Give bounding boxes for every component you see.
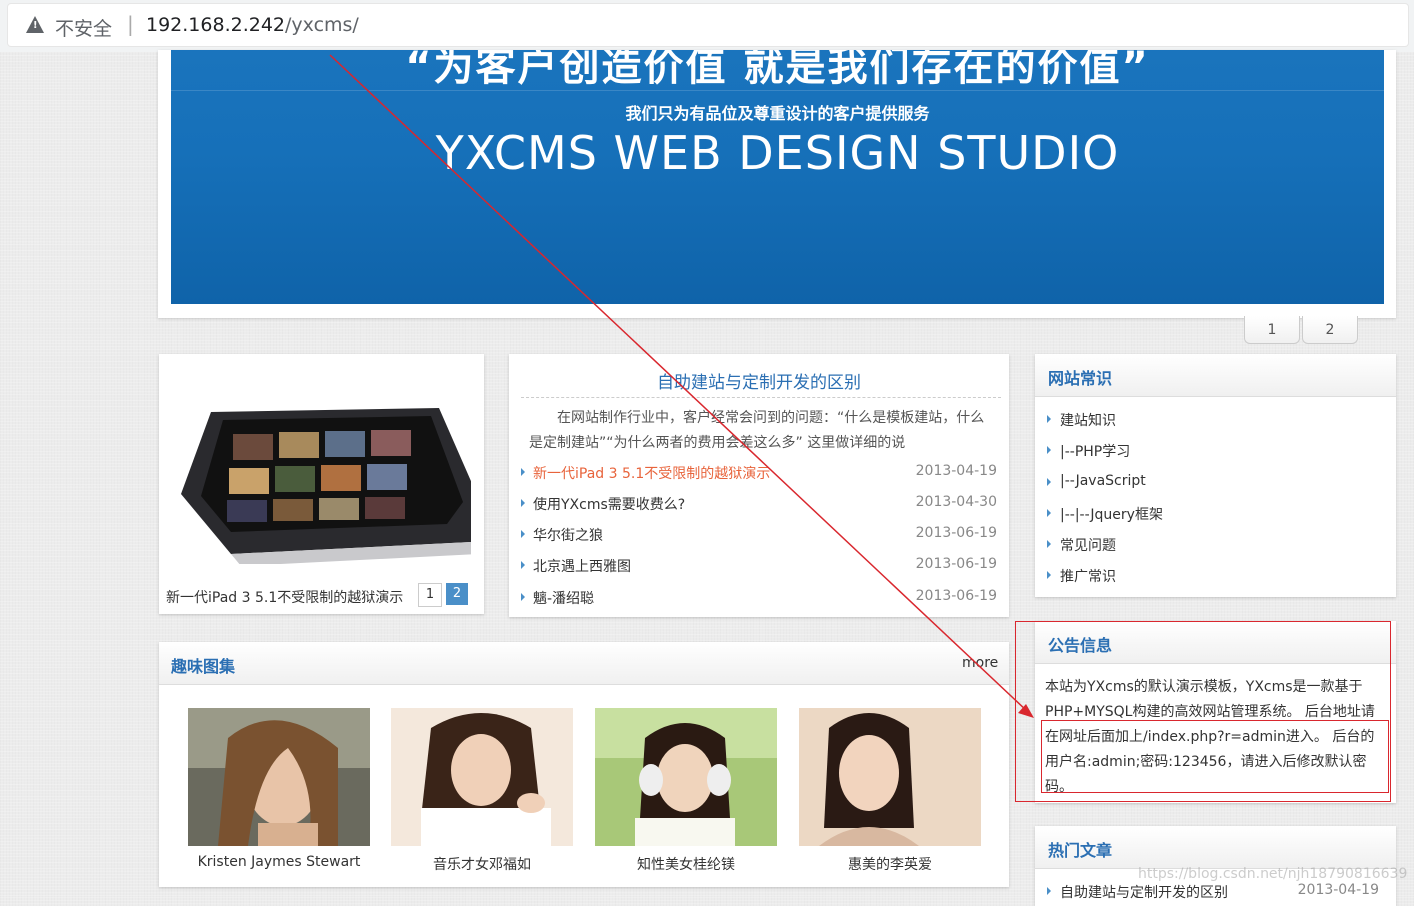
news-headline[interactable]: 自助建站与定制开发的区别	[509, 368, 1009, 393]
news-item-date: 2013-06-19	[915, 556, 997, 572]
bullet-icon	[1047, 478, 1051, 486]
hot-header: 热门文章	[1035, 826, 1396, 869]
hot-title[interactable]: 热门文章	[1048, 837, 1112, 861]
news-item[interactable]: 新一代iPad 3 5.1不受限制的越狱演示 2013-04-19	[521, 461, 997, 485]
bullet-icon	[521, 593, 525, 601]
product-page-1[interactable]: 1	[418, 583, 442, 607]
browser-toolbar: ! 不安全 | 192.168.2.242/yxcms/	[0, 0, 1414, 52]
news-item[interactable]: 北京遇上西雅图 2013-06-19	[521, 554, 997, 578]
news-summary: 在网站制作行业中，客户经常会问到的问题：“什么是模板建站，什么是定制建站”“为什…	[529, 410, 985, 451]
banner-title: YXCMS WEB DESIGN STUDIO	[435, 126, 1120, 180]
photo-portrait[interactable]	[391, 708, 573, 846]
url-text[interactable]: 192.168.2.242/yxcms/	[146, 14, 359, 36]
security-label[interactable]: 不安全	[55, 14, 112, 41]
knowledge-item-label[interactable]: 推广常识	[1060, 566, 1116, 586]
knowledge-item-label[interactable]: |--PHP学习	[1060, 441, 1130, 461]
news-item-date: 2013-04-30	[915, 494, 997, 510]
banner-page-2[interactable]: 2	[1302, 316, 1358, 344]
bullet-icon	[1047, 887, 1051, 895]
bullet-icon	[521, 561, 525, 569]
gallery-header	[159, 642, 1009, 685]
knowledge-item-label[interactable]: |--JavaScript	[1060, 473, 1146, 489]
url-host: 192.168.2.242	[146, 14, 286, 36]
knowledge-panel: 网站常识 建站知识 |--PHP学习 |--JavaScript |--|--J…	[1035, 354, 1396, 597]
product-page-2[interactable]: 2	[446, 583, 468, 605]
bullet-icon	[1047, 415, 1051, 423]
gallery-item-name[interactable]: 音乐才女邓福如	[371, 854, 593, 874]
product-caption[interactable]: 新一代iPad 3 5.1不受限制的越狱演示	[166, 587, 403, 607]
bullet-icon	[1047, 571, 1051, 579]
news-item-title[interactable]: 使用YXcms需要收费么?	[533, 494, 685, 514]
bullet-icon	[1047, 509, 1051, 517]
photo-portrait[interactable]	[799, 708, 981, 846]
knowledge-item-label[interactable]: |--|--Jquery框架	[1060, 504, 1163, 524]
banner-divider	[171, 90, 1384, 91]
news-item-date: 2013-06-19	[915, 525, 997, 541]
knowledge-item-label[interactable]: 常见问题	[1060, 535, 1116, 555]
news-item-date: 2013-06-19	[915, 588, 997, 604]
banner-slide[interactable]: “为客户创造价值 就是我们存在的价值” 我们只为有品位及尊重设计的客户提供服务 …	[171, 50, 1384, 304]
news-item-title[interactable]: 新一代iPad 3 5.1不受限制的越狱演示	[533, 463, 770, 483]
gallery-item-name[interactable]: Kristen Jaymes Stewart	[168, 854, 390, 870]
annotation-box-inner	[1041, 720, 1389, 793]
gallery-item-name[interactable]: 惠美的李英爱	[779, 854, 1001, 874]
gallery-more-link[interactable]: more	[962, 655, 998, 671]
knowledge-header: 网站常识	[1035, 354, 1396, 397]
news-item-title[interactable]: 北京遇上西雅图	[533, 556, 631, 576]
bullet-icon	[521, 530, 525, 538]
banner-subtitle: 我们只为有品位及尊重设计的客户提供服务	[625, 104, 930, 123]
news-item-title[interactable]: 华尔街之狼	[533, 525, 603, 545]
photo-portrait[interactable]	[188, 708, 370, 846]
bullet-icon	[1047, 540, 1051, 548]
warning-icon[interactable]: !	[26, 16, 44, 33]
banner-page-1[interactable]: 1	[1244, 316, 1300, 344]
banner-slogan: “为客户创造价值 就是我们存在的价值”	[405, 50, 1150, 90]
news-item[interactable]: 使用YXcms需要收费么? 2013-04-30	[521, 492, 997, 516]
watermark-text: https://blog.csdn.net/njh18790816639	[1138, 866, 1408, 882]
address-separator: |	[127, 12, 134, 36]
url-path: /yxcms/	[285, 14, 359, 36]
knowledge-title[interactable]: 网站常识	[1048, 365, 1112, 389]
gallery-item-name[interactable]: 知性美女桂纶镁	[575, 854, 797, 874]
news-item-title[interactable]: 魑-潘绍聪	[533, 588, 594, 608]
news-item[interactable]: 华尔街之狼 2013-06-19	[521, 523, 997, 547]
news-panel: 自助建站与定制开发的区别 在网站制作行业中，客户经常会问到的问题：“什么是模板建…	[509, 354, 1009, 617]
tablet-image[interactable]	[171, 404, 471, 564]
gallery-panel: 趣味图集 more Kristen Jaymes Stewart 音乐才女邓福如	[159, 642, 1009, 887]
news-item-date: 2013-04-19	[915, 463, 997, 479]
knowledge-item-label[interactable]: 建站知识	[1060, 410, 1116, 430]
bullet-icon	[521, 499, 525, 507]
product-slider: 新一代iPad 3 5.1不受限制的越狱演示 1 2	[159, 354, 484, 614]
photo-portrait[interactable]	[595, 708, 777, 846]
bullet-icon	[521, 468, 525, 476]
hot-item-title[interactable]: 自助建站与定制开发的区别	[1060, 882, 1228, 902]
news-divider	[521, 397, 1001, 398]
bullet-icon	[1047, 446, 1051, 454]
gallery-title[interactable]: 趣味图集	[171, 653, 235, 677]
news-item[interactable]: 魑-潘绍聪 2013-06-19	[521, 586, 997, 610]
